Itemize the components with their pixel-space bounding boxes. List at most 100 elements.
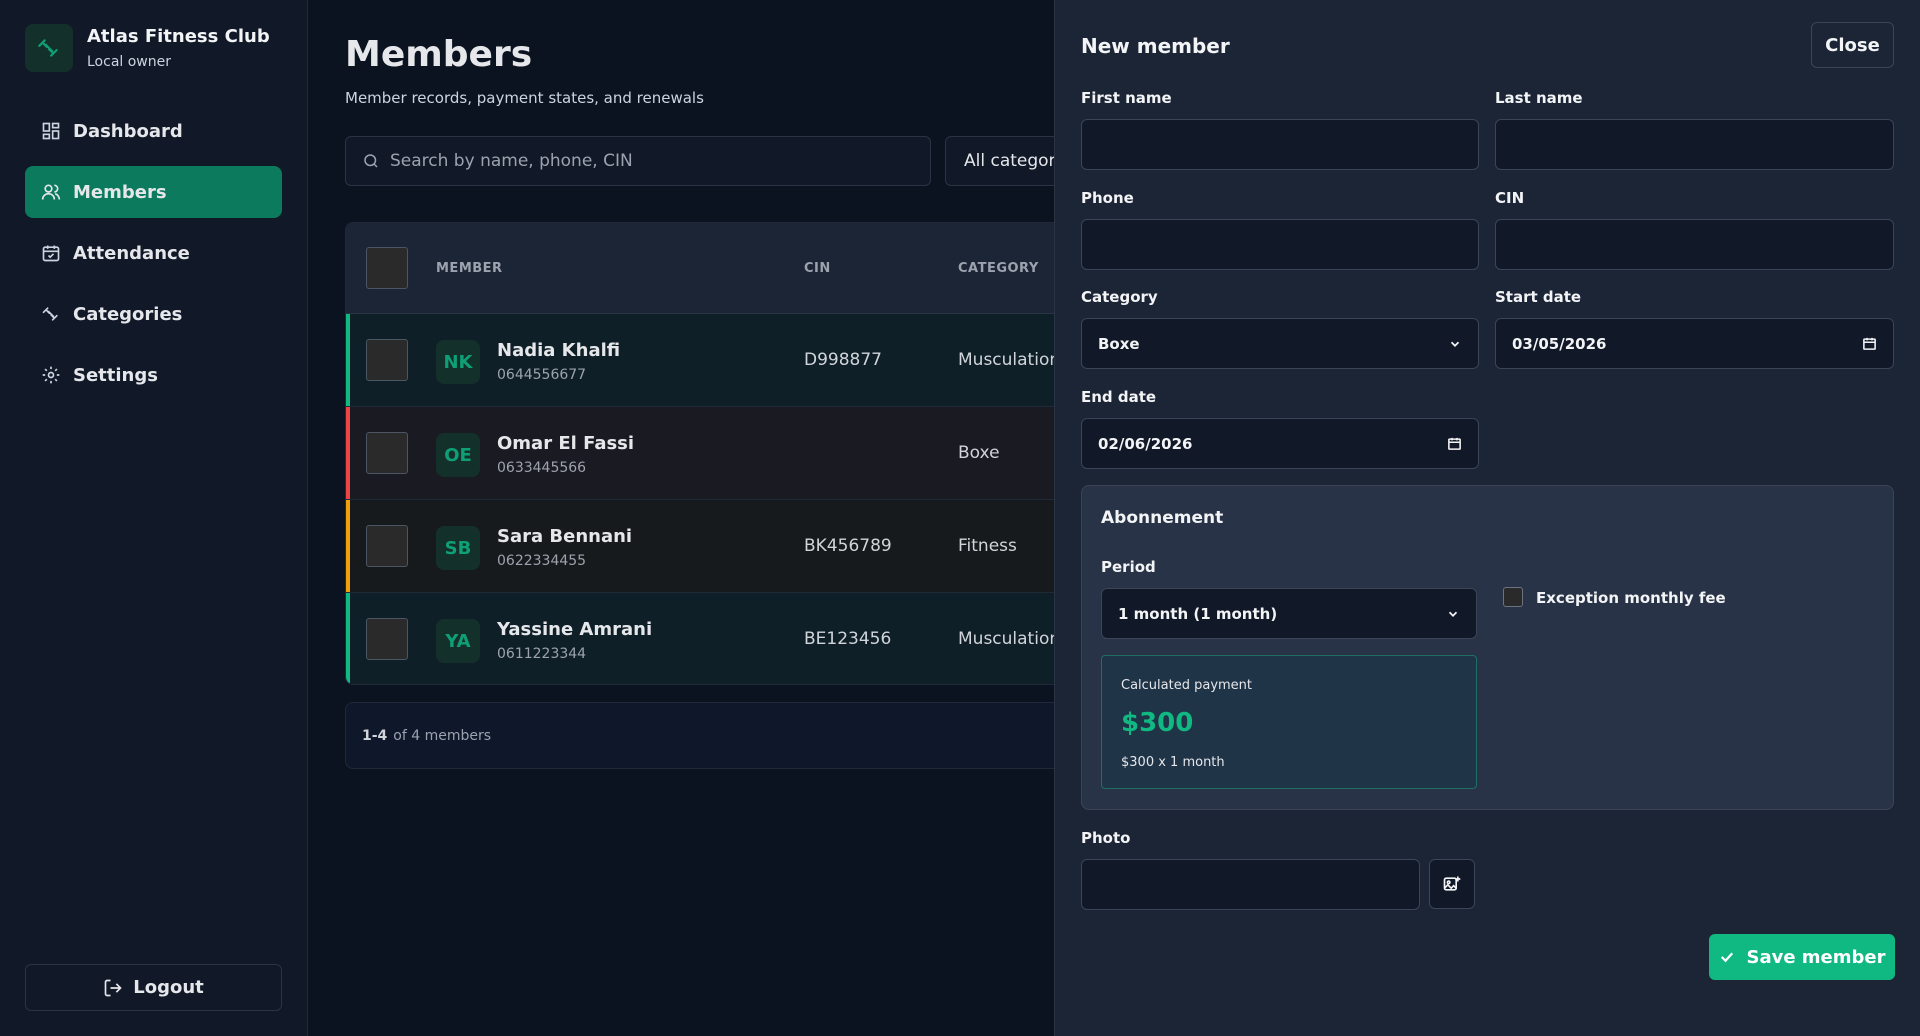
end-date-input[interactable]: 02/06/2026 [1081,418,1479,469]
cin-label: CIN [1495,189,1525,207]
category-select[interactable]: Boxe [1081,318,1479,369]
phone-field[interactable] [1081,219,1479,270]
column-header-cin: CIN [804,261,831,276]
status-indicator [346,500,350,592]
gear-icon [42,366,60,384]
member-phone: 0633445566 [497,460,587,476]
end-date-label: End date [1081,388,1157,406]
calculated-payment-label: Calculated payment [1121,678,1253,693]
search-input[interactable] [390,151,910,171]
period-label: Period [1101,558,1156,576]
sidebar-item-label: Attendance [73,242,190,264]
brand: Atlas Fitness Club Local owner [25,24,270,72]
pagination-range: 1-4 [362,727,388,744]
member-category: Boxe [958,443,1000,463]
sidebar-item-dashboard[interactable]: Dashboard [25,105,282,157]
calculated-payment-card: Calculated payment $300 $300 x 1 month [1101,655,1477,789]
sidebar-item-label: Categories [73,303,183,325]
status-indicator [346,407,350,499]
page-subtitle: Member records, payment states, and rene… [345,89,704,107]
avatar: OE [436,433,480,477]
abonnement-panel: Abonnement Period 1 month (1 month) Exce… [1081,485,1894,810]
member-phone: 0622334455 [497,553,587,569]
sidebar-item-categories[interactable]: Categories [25,288,282,340]
row-checkbox[interactable] [366,339,408,381]
new-member-drawer: New member Close First name Last name Ph… [1054,0,1920,1036]
table-row[interactable]: YA Yassine Amrani 0611223344 BE123456 Mu… [346,593,1104,684]
start-date-input[interactable]: 03/05/2026 [1495,318,1894,369]
last-name-label: Last name [1495,89,1583,107]
image-plus-icon [1443,876,1461,891]
sidebar-nav: Dashboard Members Attendance Categories … [25,105,282,410]
pagination-total: of 4 members [393,727,492,744]
avatar: SB [436,526,480,570]
logout-button[interactable]: Logout [25,964,282,1011]
upload-photo-button[interactable] [1429,859,1475,909]
table-row[interactable]: NK Nadia Khalfi 0644556677 D998877 Muscu… [346,314,1104,407]
member-phone: 0644556677 [497,367,587,383]
table-row[interactable]: SB Sara Bennani 0622334455 BK456789 Fitn… [346,500,1104,593]
period-select[interactable]: 1 month (1 month) [1101,588,1477,639]
sidebar-item-label: Members [73,181,167,203]
logout-icon [104,979,122,996]
members-table: MEMBER CIN CATEGORY NK Nadia Khalfi 0644… [345,222,1105,685]
sidebar-item-members[interactable]: Members [25,166,282,218]
exception-fee-checkbox[interactable] [1503,587,1523,607]
save-member-button[interactable]: Save member [1709,934,1895,980]
avatar: YA [436,619,480,663]
dumbbell-icon [42,307,58,321]
member-name: Sara Bennani [497,526,633,547]
phone-label: Phone [1081,189,1134,207]
sidebar-item-settings[interactable]: Settings [25,349,282,401]
sidebar-item-attendance[interactable]: Attendance [25,227,282,279]
status-indicator [346,593,350,684]
save-member-label: Save member [1746,946,1886,968]
search-box[interactable] [345,136,931,186]
exception-fee-label: Exception monthly fee [1536,589,1726,607]
member-category: Fitness [958,536,1017,556]
first-name-label: First name [1081,89,1172,107]
drawer-title: New member [1081,34,1230,58]
period-value: 1 month (1 month) [1118,604,1278,623]
member-cin: BE123456 [804,629,892,649]
start-date-label: Start date [1495,288,1582,306]
users-icon [41,184,61,200]
category-value: Boxe [1098,334,1140,353]
avatar: NK [436,340,480,384]
row-checkbox[interactable] [366,525,408,567]
member-name: Yassine Amrani [497,619,653,640]
column-header-category: CATEGORY [958,261,1039,276]
end-date-value: 02/06/2026 [1098,434,1193,453]
chevron-down-icon [1450,341,1460,347]
check-icon [1721,952,1734,963]
calculated-payment-amount: $300 [1121,708,1194,738]
calendar-icon[interactable] [1447,436,1462,451]
brand-name: Atlas Fitness Club [87,26,270,47]
status-indicator [346,314,350,406]
row-checkbox[interactable] [366,618,408,660]
last-name-field[interactable] [1495,119,1894,170]
table-row[interactable]: OE Omar El Fassi 0633445566 Boxe [346,407,1104,500]
row-checkbox[interactable] [366,432,408,474]
logout-label: Logout [133,977,204,998]
chevron-down-icon [1448,611,1458,617]
column-header-member: MEMBER [436,261,503,276]
member-name: Omar El Fassi [497,433,635,454]
start-date-value: 03/05/2026 [1512,334,1607,353]
sidebar: Atlas Fitness Club Local owner Dashboard… [0,0,308,1036]
member-name: Nadia Khalfi [497,340,621,361]
photo-label: Photo [1081,829,1131,847]
photo-field[interactable] [1081,859,1420,910]
sidebar-item-label: Dashboard [73,120,183,142]
table-header: MEMBER CIN CATEGORY [346,223,1104,314]
pagination-summary: 1-4 of 4 members [345,702,1105,769]
close-button[interactable]: Close [1811,22,1894,68]
cin-field[interactable] [1495,219,1894,270]
member-cin: D998877 [804,350,882,370]
member-cin: BK456789 [804,536,892,556]
category-label: Category [1081,288,1158,306]
search-icon [364,154,378,168]
calendar-icon[interactable] [1862,336,1877,351]
select-all-checkbox[interactable] [366,247,408,289]
first-name-field[interactable] [1081,119,1479,170]
